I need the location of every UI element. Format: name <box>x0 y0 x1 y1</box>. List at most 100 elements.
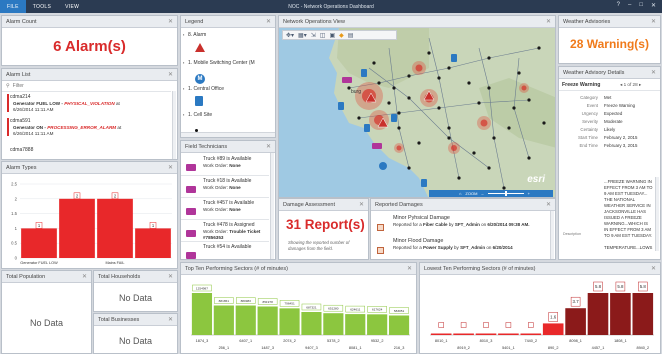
bar[interactable] <box>520 333 542 336</box>
central-office-icon[interactable] <box>338 102 344 110</box>
bar[interactable] <box>213 305 234 335</box>
cell-site-marker[interactable] <box>397 126 401 130</box>
minimize-icon[interactable]: – <box>628 2 631 9</box>
cell-site-marker[interactable] <box>477 101 481 105</box>
draw-tool-icon[interactable]: ▣ <box>329 32 335 39</box>
cell-site-marker[interactable] <box>467 81 471 85</box>
cell-site-marker[interactable] <box>417 141 421 145</box>
cell-site-marker[interactable] <box>372 61 376 65</box>
close-panel-icon[interactable]: ✕ <box>359 199 364 210</box>
zoom-in-icon[interactable]: + <box>528 191 530 196</box>
expand-icon[interactable]: ▪ <box>183 112 184 117</box>
scrollbar[interactable] <box>172 91 176 159</box>
cell-site-marker[interactable] <box>407 74 411 78</box>
close-panel-icon[interactable]: ✕ <box>266 141 271 152</box>
central-office-icon[interactable] <box>391 114 397 122</box>
bar[interactable] <box>191 293 213 335</box>
bar[interactable] <box>565 308 586 335</box>
bar[interactable] <box>587 293 609 335</box>
cell-site-marker[interactable] <box>517 71 521 75</box>
menu-file[interactable]: FILE <box>0 0 26 13</box>
damage-title[interactable]: Minor Pyhsical Damage <box>393 215 450 221</box>
bar[interactable] <box>475 333 497 336</box>
menu-view[interactable]: VIEW <box>58 0 86 13</box>
switch-m-icon[interactable] <box>379 162 387 170</box>
cell-site-marker[interactable] <box>542 121 546 125</box>
select-tool-icon[interactable]: ◫ <box>320 32 326 39</box>
bar[interactable] <box>453 333 474 336</box>
close-panel-icon[interactable]: ✕ <box>546 199 551 210</box>
close-panel-icon[interactable]: ✕ <box>651 67 656 78</box>
cell-site-marker[interactable] <box>407 166 411 170</box>
layers-tool-icon[interactable]: ▦▾ <box>298 32 307 39</box>
expand-icon[interactable]: ▪ <box>183 60 184 65</box>
cell-site-marker[interactable] <box>512 106 516 110</box>
bar[interactable] <box>21 228 57 258</box>
cell-site-marker[interactable] <box>447 136 451 140</box>
cell-site-marker[interactable] <box>472 151 476 155</box>
cell-site-marker[interactable] <box>492 136 496 140</box>
bar[interactable] <box>235 305 256 335</box>
alarm-device[interactable]: cdma214 <box>10 94 31 100</box>
cell-site-marker[interactable] <box>357 116 361 120</box>
cell-site-marker[interactable] <box>537 46 541 50</box>
central-office-icon[interactable] <box>361 69 367 77</box>
bar[interactable] <box>498 333 519 336</box>
close-panel-icon[interactable]: ✕ <box>168 271 173 282</box>
home-icon[interactable]: ⌂ <box>459 191 461 196</box>
scrollbar[interactable] <box>270 153 274 259</box>
cell-site-marker[interactable] <box>437 106 441 110</box>
print-tool-icon[interactable]: ▤ <box>348 32 354 39</box>
close-panel-icon[interactable]: ✕ <box>546 16 551 27</box>
cell-site-marker[interactable] <box>437 76 441 80</box>
truck-marker-icon[interactable] <box>372 143 382 149</box>
cell-site-marker[interactable] <box>407 96 411 100</box>
cell-site-marker[interactable] <box>457 176 461 180</box>
cell-site-marker[interactable] <box>387 101 391 105</box>
cell-site-marker[interactable] <box>377 81 381 85</box>
close-panel-icon[interactable]: ✕ <box>266 16 271 27</box>
close-panel-icon[interactable]: ✕ <box>82 271 87 282</box>
technician-name[interactable]: Truck #89 is Available <box>203 156 251 162</box>
cell-site-marker[interactable] <box>487 166 491 170</box>
cell-site-marker[interactable] <box>427 51 431 55</box>
central-office-icon[interactable] <box>451 54 457 62</box>
bar[interactable] <box>279 308 300 335</box>
menu-tools[interactable]: TOOLS <box>26 0 58 13</box>
cell-site-marker[interactable] <box>447 66 451 70</box>
bar[interactable] <box>323 313 344 335</box>
expand-icon[interactable]: ▪ <box>183 32 184 37</box>
bar[interactable] <box>367 314 388 335</box>
filter-input[interactable]: Filter <box>13 83 24 89</box>
technician-name[interactable]: Truck #18 is Available <box>203 178 251 184</box>
zoom-slider[interactable] <box>487 191 524 196</box>
bar[interactable] <box>388 315 410 335</box>
central-office-icon[interactable] <box>421 179 427 187</box>
technician-name[interactable]: Truck #457 is Available <box>203 200 254 206</box>
locate-tool-icon[interactable]: ◆ <box>339 32 344 39</box>
close-panel-icon[interactable]: ✕ <box>168 16 173 27</box>
close-panel-icon[interactable]: ✕ <box>651 16 656 27</box>
measure-tool-icon[interactable]: ⇲ <box>311 32 316 39</box>
close-panel-icon[interactable]: ✕ <box>168 69 173 80</box>
bar[interactable] <box>97 198 133 258</box>
expand-icon[interactable]: ▪ <box>183 86 184 91</box>
cell-site-marker[interactable] <box>487 86 491 90</box>
maximize-icon[interactable]: □ <box>639 2 643 9</box>
cell-site-marker[interactable] <box>397 111 401 115</box>
bar[interactable] <box>430 333 452 336</box>
damage-title[interactable]: Minor Flood Damage <box>393 238 443 244</box>
help-icon[interactable]: ? <box>617 2 620 9</box>
bar[interactable] <box>542 323 564 335</box>
scrollbar[interactable] <box>550 211 554 259</box>
central-office-icon[interactable] <box>364 124 370 132</box>
filter-box[interactable]: ⚲ Filter <box>6 83 24 89</box>
map-canvas[interactable] <box>279 28 556 198</box>
technician-name[interactable]: Truck #478 is Assigned <box>203 222 255 228</box>
truck-marker-icon[interactable] <box>342 77 352 83</box>
close-panel-icon[interactable]: ✕ <box>168 314 173 325</box>
technician-name[interactable]: Truck #54 is Available <box>203 244 251 250</box>
next-icon[interactable]: ▸ <box>639 82 641 87</box>
close-icon[interactable]: ✕ <box>651 2 656 9</box>
scrollbar[interactable] <box>655 177 659 251</box>
